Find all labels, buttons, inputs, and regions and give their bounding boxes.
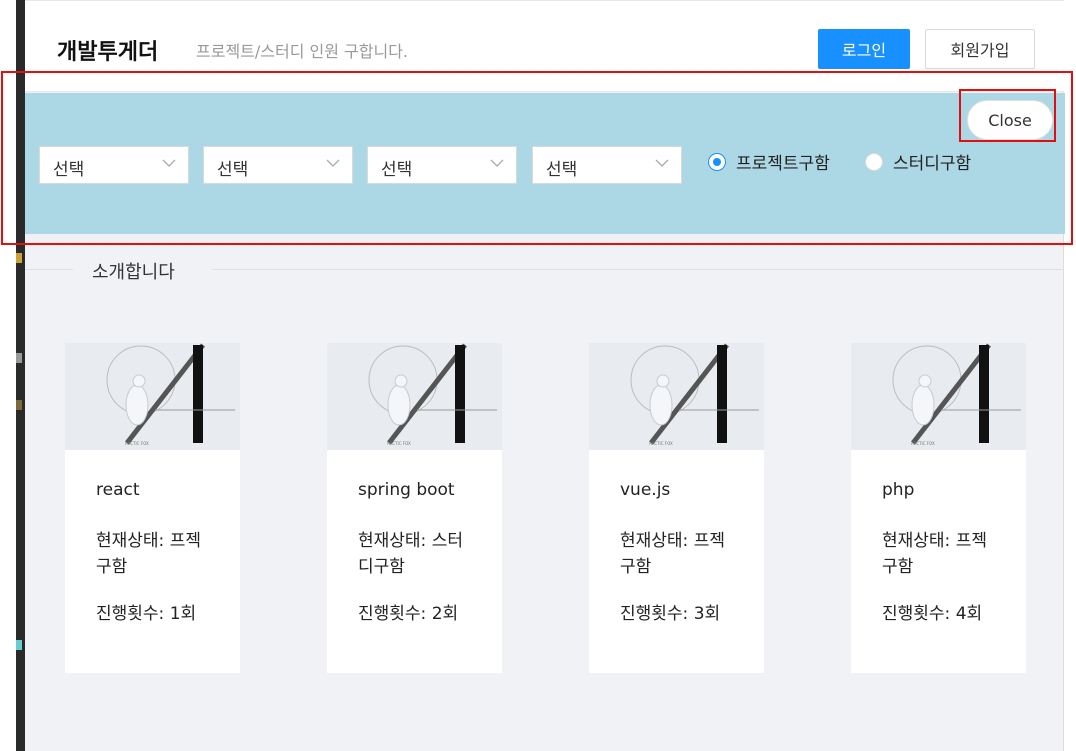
card-status: 현재상태: 프젝구함 <box>620 531 725 577</box>
card-title: vue.js <box>620 480 671 500</box>
card-count: 진행횟수: 3회 <box>620 604 721 624</box>
card-count: 진행횟수: 4회 <box>882 604 983 624</box>
site-header: 개발투게더 프로젝트/스터디 인원 구합니다. 로그인 회원가입 <box>25 0 1064 92</box>
radio-label: 스터디구함 <box>893 154 972 174</box>
filter-panel: 선택 선택 선택 선택 프로젝트구함 스터디구함 Close <box>25 93 1065 234</box>
image-caption: ARCTIC FOX <box>387 441 411 446</box>
close-button[interactable]: Close <box>967 100 1053 140</box>
card-thumbnail: ARCTIC FOX <box>327 343 502 450</box>
radio-button[interactable] <box>865 152 883 171</box>
select-value: 선택 <box>546 160 578 180</box>
card-thumbnail: ARCTIC FOX <box>65 343 240 450</box>
radio-study[interactable]: 스터디구함 <box>865 149 971 174</box>
radio-label: 프로젝트구함 <box>736 154 830 174</box>
card-title: php <box>882 480 915 500</box>
left-edge-bar <box>16 0 25 751</box>
left-edge-marker <box>16 400 22 410</box>
card-status: 현재상태: 프젝구함 <box>882 531 987 577</box>
left-margin <box>0 0 16 751</box>
arctic-fox-poster-icon: ARCTIC FOX <box>368 343 497 446</box>
filter-select-3[interactable]: 선택 <box>367 146 517 184</box>
select-value: 선택 <box>217 160 249 180</box>
divider <box>212 269 1064 270</box>
card-title: spring boot <box>358 480 455 500</box>
card-status: 현재상태: 프젝구함 <box>96 531 201 577</box>
project-card[interactable]: ARCTIC FOX php 현재상태: 프젝구함 진행횟수: 4회 <box>851 343 1026 673</box>
section-title: 소개합니다 <box>92 262 175 283</box>
card-status: 현재상태: 스터디구함 <box>358 531 463 577</box>
card-thumbnail: ARCTIC FOX <box>589 343 764 450</box>
select-value: 선택 <box>381 160 413 180</box>
arctic-fox-poster-icon: ARCTIC FOX <box>892 343 1021 446</box>
select-value: 선택 <box>53 160 85 180</box>
filter-select-4[interactable]: 선택 <box>532 146 682 184</box>
image-caption: ARCTIC FOX <box>125 441 149 446</box>
image-caption: ARCTIC FOX <box>649 441 673 446</box>
arctic-fox-poster-icon: ARCTIC FOX <box>106 343 235 446</box>
chevron-down-icon <box>490 159 504 167</box>
project-card[interactable]: ARCTIC FOX react 현재상태: 프젝구함 진행횟수: 1회 <box>65 343 240 673</box>
filter-select-2[interactable]: 선택 <box>203 146 353 184</box>
card-title: react <box>96 480 140 500</box>
radio-button-checked[interactable] <box>708 152 726 171</box>
signup-button[interactable]: 회원가입 <box>925 29 1035 69</box>
card-count: 진행횟수: 1회 <box>96 604 197 624</box>
image-caption: ARCTIC FOX <box>911 441 935 446</box>
site-tagline: 프로젝트/스터디 인원 구합니다. <box>196 42 409 61</box>
radio-project[interactable]: 프로젝트구함 <box>708 149 830 174</box>
filter-select-1[interactable]: 선택 <box>39 146 189 184</box>
divider <box>25 269 73 270</box>
chevron-down-icon <box>162 159 176 167</box>
login-button[interactable]: 로그인 <box>818 29 910 69</box>
left-edge-marker <box>16 253 22 263</box>
chevron-down-icon <box>326 159 340 167</box>
site-logo[interactable]: 개발투게더 <box>57 34 158 66</box>
project-card[interactable]: ARCTIC FOX vue.js 현재상태: 프젝구함 진행횟수: 3회 <box>589 343 764 673</box>
arctic-fox-poster-icon: ARCTIC FOX <box>630 343 759 446</box>
card-thumbnail: ARCTIC FOX <box>851 343 1026 450</box>
left-edge-marker <box>16 353 22 363</box>
left-edge-marker <box>16 640 22 650</box>
project-card[interactable]: ARCTIC FOX spring boot 현재상태: 스터디구함 진행횟수:… <box>327 343 502 673</box>
card-count: 진행횟수: 2회 <box>358 604 459 624</box>
chevron-down-icon <box>655 159 669 167</box>
